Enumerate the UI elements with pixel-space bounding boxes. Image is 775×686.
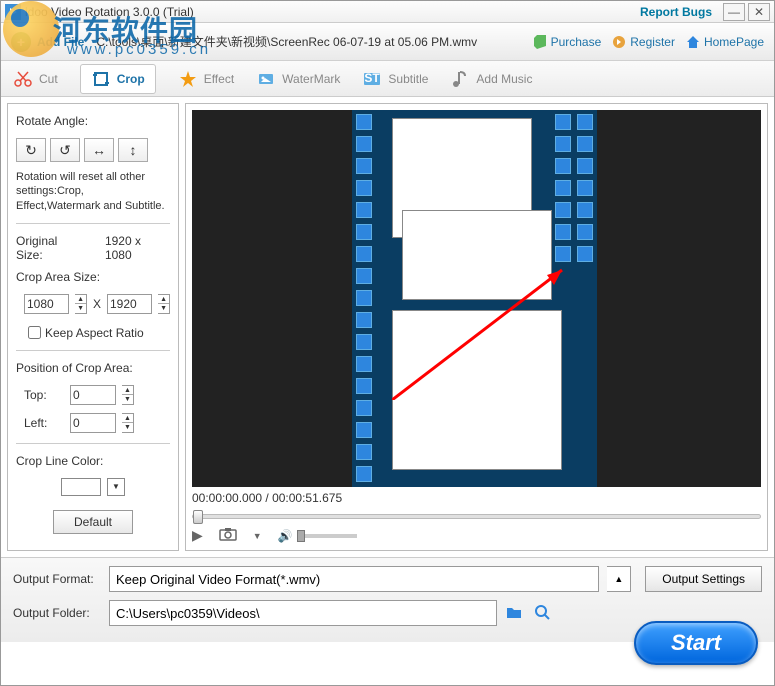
crop-icon (91, 69, 111, 89)
titlebar: idoo Video Rotation 3.0.0 (Trial) Report… (1, 1, 774, 23)
left-label: Left: (24, 416, 64, 430)
tab-watermark[interactable]: WaterMark (256, 69, 340, 89)
crop-width-input[interactable]: 1080 (24, 294, 69, 314)
crop-height-spinner[interactable]: ▲▼ (158, 294, 170, 314)
keep-aspect-checkbox[interactable] (28, 326, 41, 339)
flip-horizontal-button[interactable]: ↔ (84, 138, 114, 162)
output-folder-input[interactable]: C:\Users\pc0359\Videos\ (109, 600, 497, 626)
subtitle-icon: ST (362, 69, 382, 89)
output-format-label: Output Format: (13, 572, 101, 586)
position-crop-label: Position of Crop Area: (16, 361, 170, 375)
output-format-select[interactable]: Keep Original Video Format(*.wmv) (109, 566, 599, 592)
rotate-ccw-button[interactable]: ↺ (50, 138, 80, 162)
keep-aspect-label: Keep Aspect Ratio (45, 326, 144, 340)
window-title: idoo Video Rotation 3.0.0 (Trial) (25, 5, 640, 19)
tab-cut[interactable]: Cut (13, 69, 58, 89)
tab-add-music[interactable]: Add Music (450, 69, 532, 89)
crop-area-size-label: Crop Area Size: (16, 270, 170, 284)
play-button[interactable]: ▶ (192, 527, 203, 544)
svg-text:ST: ST (365, 71, 381, 85)
original-size-label: Original Size: (16, 234, 86, 262)
crop-line-color-label: Crop Line Color: (16, 454, 170, 468)
output-settings-button[interactable]: Output Settings (645, 566, 762, 592)
color-dropdown[interactable]: ▼ (107, 478, 125, 496)
preview-panel: 00:00:00.000 / 00:00:51.675 ▶ ▼ 🔊 (185, 103, 768, 551)
time-display: 00:00:00.000 / 00:00:51.675 (192, 491, 761, 505)
output-panel: Output Format: Keep Original Video Forma… (1, 557, 774, 642)
file-toolbar: + Add File C:\tools\桌面\新建文件夹\新视频\ScreenR… (1, 23, 774, 61)
top-spinner[interactable]: ▲▼ (122, 385, 134, 405)
browse-folder-icon[interactable] (505, 603, 525, 623)
flip-vertical-button[interactable]: ↕ (118, 138, 148, 162)
snapshot-dropdown[interactable]: ▼ (253, 531, 262, 541)
volume-slider[interactable] (297, 534, 357, 538)
video-canvas[interactable] (192, 110, 761, 487)
close-button[interactable]: ✕ (748, 3, 770, 21)
music-icon (450, 69, 470, 89)
volume-icon[interactable]: 🔊 (278, 529, 293, 543)
annotation-arrow (392, 260, 572, 400)
effect-icon (178, 69, 198, 89)
start-button[interactable]: Start (634, 621, 758, 665)
crop-height-input[interactable]: 1920 (107, 294, 152, 314)
top-label: Top: (24, 388, 64, 402)
left-spinner[interactable]: ▲▼ (122, 413, 134, 433)
seek-slider[interactable] (192, 507, 761, 525)
output-format-dropdown[interactable]: ▲ (607, 566, 631, 592)
default-button[interactable]: Default (53, 510, 133, 534)
watermark-icon (256, 69, 276, 89)
rotation-warning: Rotation will reset all other settings:C… (16, 170, 170, 213)
tool-tabs: Cut Crop Effect WaterMark STSubtitle Add… (1, 61, 774, 97)
snapshot-button[interactable] (219, 527, 237, 544)
scissors-icon (13, 69, 33, 89)
homepage-link[interactable]: HomePage (685, 34, 764, 50)
top-input[interactable]: 0 (70, 385, 116, 405)
tab-crop[interactable]: Crop (80, 64, 156, 94)
tab-subtitle[interactable]: STSubtitle (362, 69, 428, 89)
register-link[interactable]: Register (611, 34, 675, 50)
tab-effect[interactable]: Effect (178, 69, 234, 89)
report-bugs-link[interactable]: Report Bugs (640, 5, 712, 19)
original-size-value: 1920 x 1080 (105, 234, 170, 262)
crop-width-spinner[interactable]: ▲▼ (75, 294, 87, 314)
file-path: C:\tools\桌面\新建文件夹\新视频\ScreenRec 06-07-19… (96, 33, 509, 50)
left-input[interactable]: 0 (70, 413, 116, 433)
add-file-label: Add File (37, 35, 84, 49)
purchase-link[interactable]: Purchase (532, 34, 602, 50)
rotate-angle-label: Rotate Angle: (16, 114, 170, 128)
color-swatch[interactable] (61, 478, 101, 496)
minimize-button[interactable]: — (723, 3, 745, 21)
crop-x-label: X (93, 297, 101, 311)
rotate-cw-button[interactable]: ↻ (16, 138, 46, 162)
open-folder-icon[interactable] (533, 603, 553, 623)
plus-icon: + (11, 32, 31, 52)
add-file-button[interactable]: + Add File (11, 32, 84, 52)
crop-settings-panel: Rotate Angle: ↻ ↺ ↔ ↕ Rotation will rese… (7, 103, 179, 551)
app-icon (5, 4, 21, 20)
output-folder-label: Output Folder: (13, 606, 101, 620)
